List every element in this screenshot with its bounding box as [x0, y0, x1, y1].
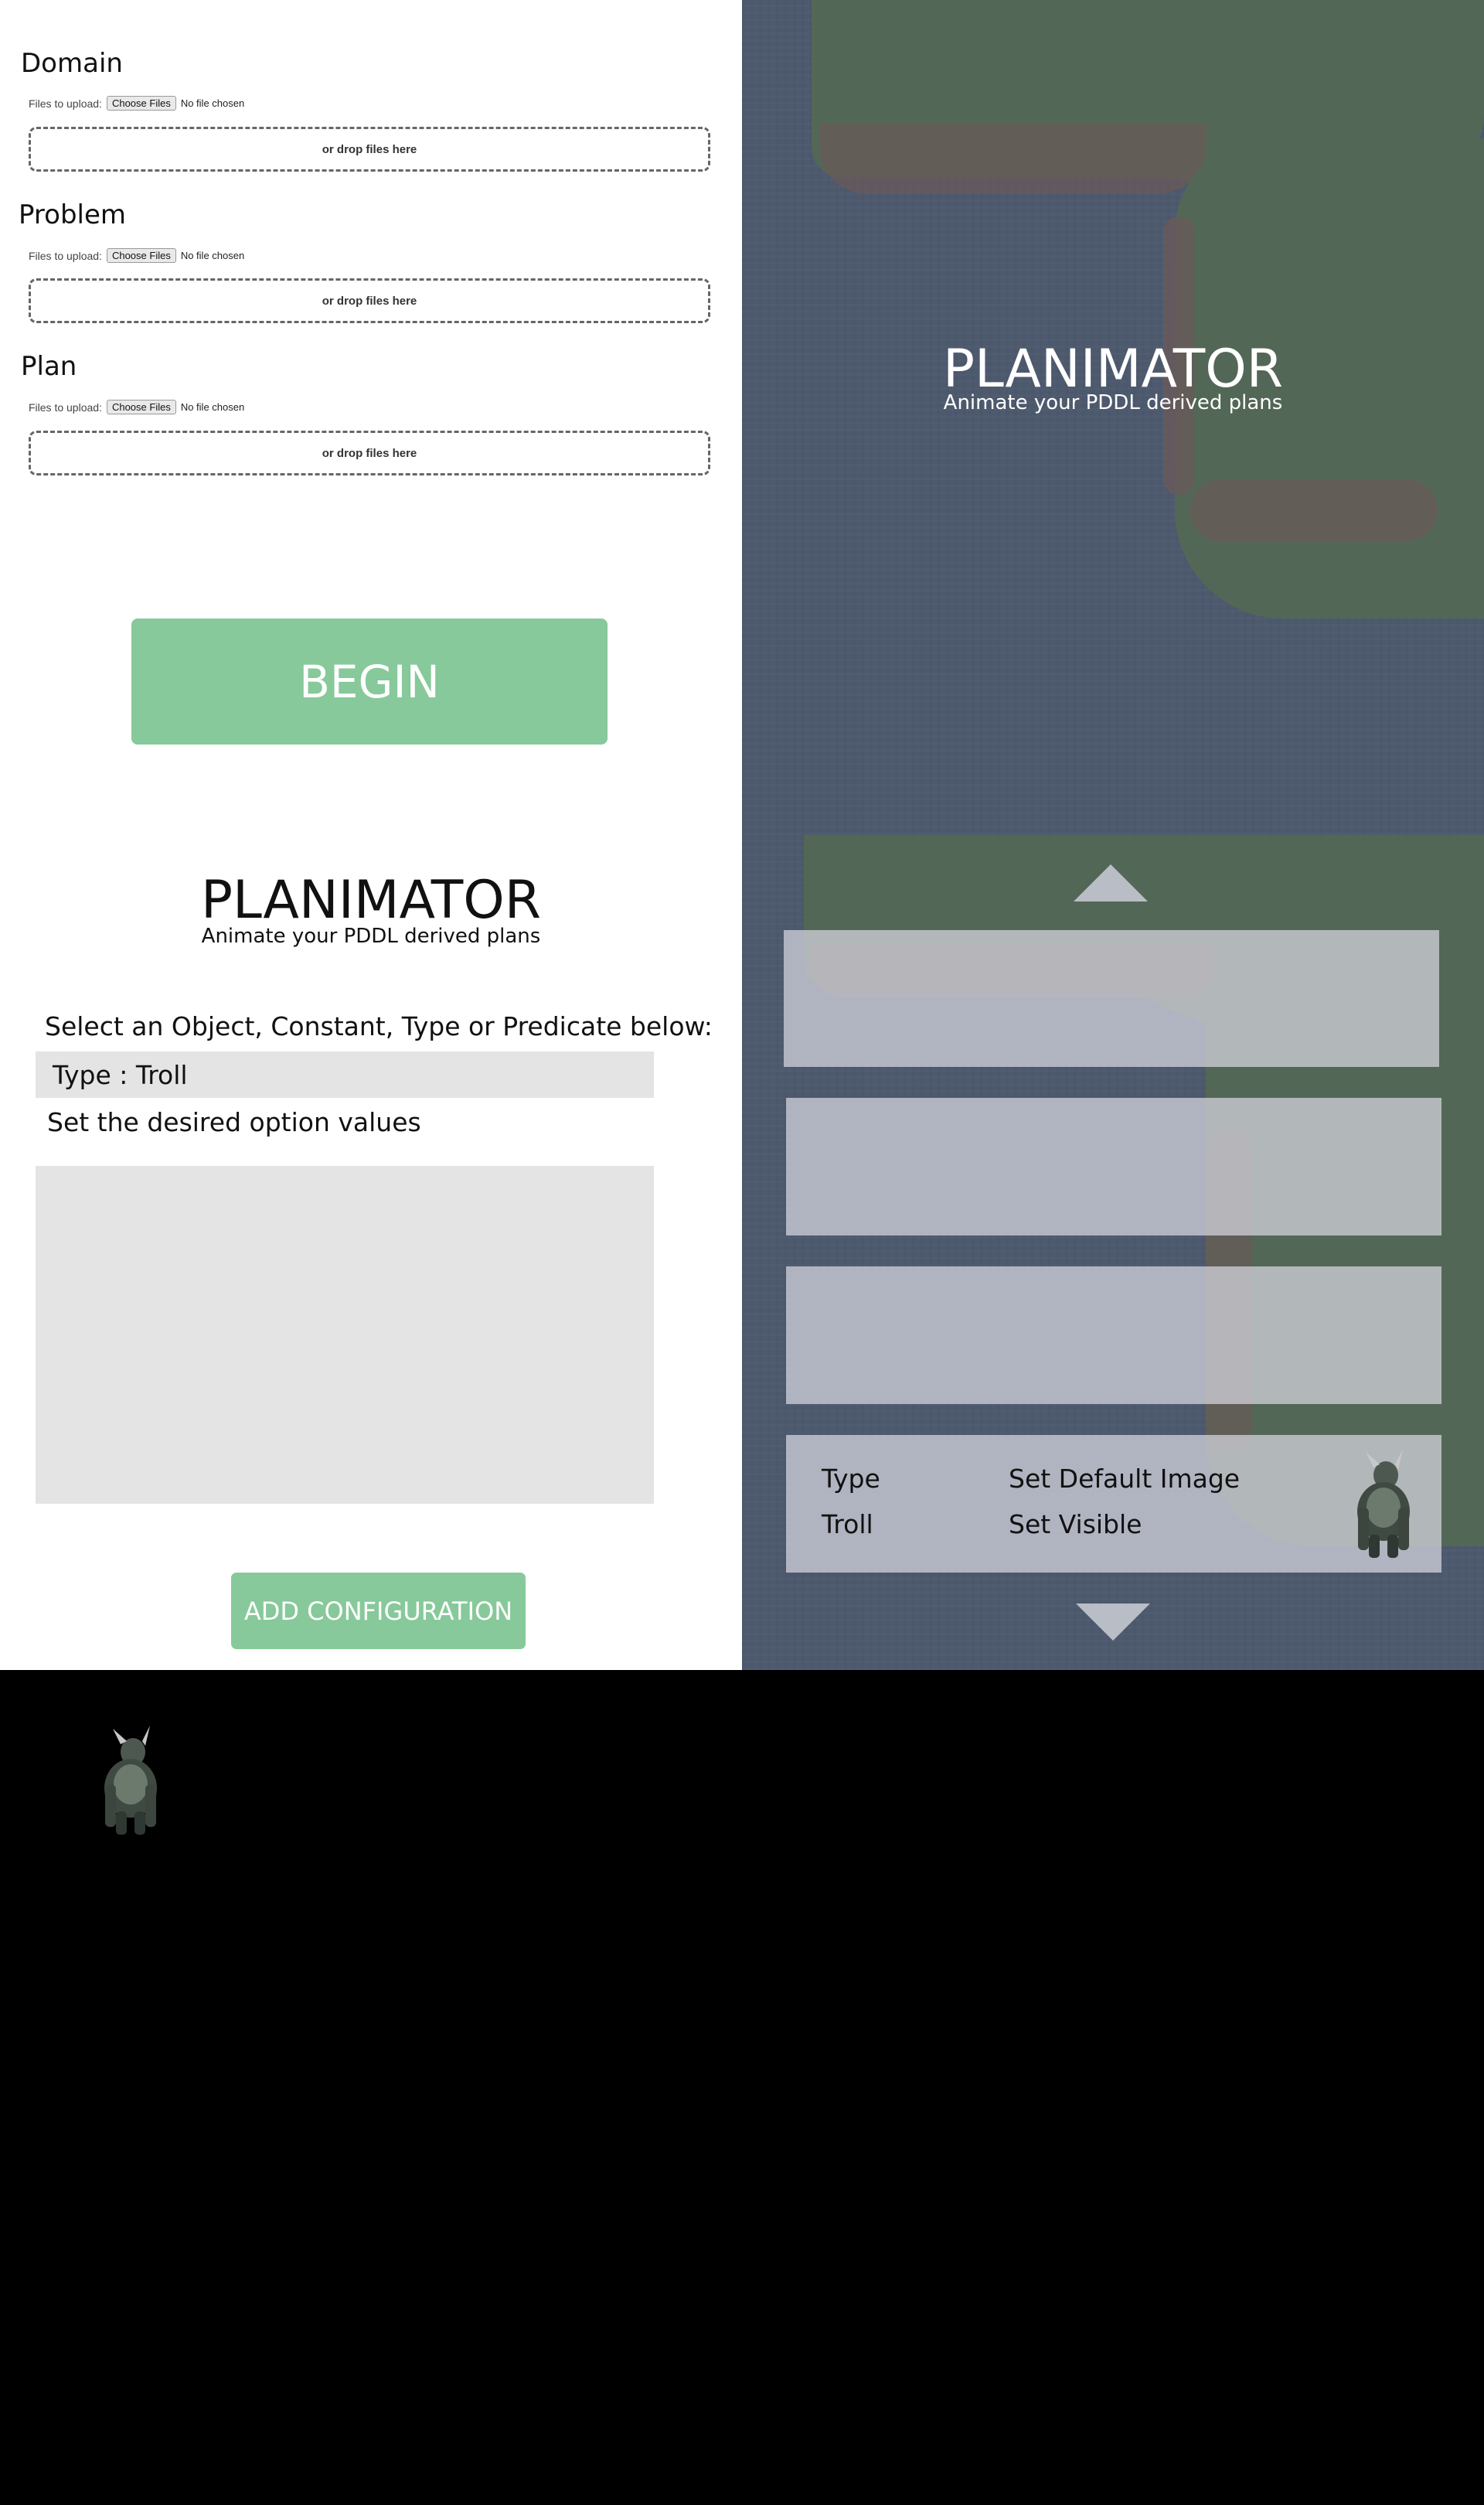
files-label: Files to upload:	[29, 249, 102, 262]
card-kind: Type	[822, 1464, 880, 1494]
map-overlay	[742, 0, 1484, 835]
plan-upload-row: Files to upload: Choose Files No file ch…	[29, 400, 244, 414]
scroll-down-icon[interactable]	[1076, 1604, 1150, 1641]
config-list-item[interactable]	[786, 1098, 1441, 1235]
domain-upload-row: Files to upload: Choose Files No file ch…	[29, 96, 244, 111]
config-title: PLANIMATOR	[200, 870, 542, 931]
config-list-item[interactable]	[786, 1266, 1441, 1404]
troll-sprite-icon	[104, 1726, 157, 1835]
select-prompt: Select an Object, Constant, Type or Pred…	[45, 1011, 713, 1041]
problem-heading: Problem	[19, 199, 127, 230]
config-list-item-active[interactable]: Type Troll Set Default Image Set Visible	[786, 1435, 1441, 1573]
domain-choose-files-button[interactable]: Choose Files	[106, 96, 176, 111]
troll-icon	[1357, 1449, 1410, 1558]
config-list-item[interactable]	[784, 930, 1439, 1067]
domain-dropzone[interactable]: or drop files here	[29, 127, 710, 172]
domain-no-file-text: No file chosen	[180, 97, 245, 109]
plan-heading: Plan	[21, 351, 77, 382]
set-visible-action[interactable]: Set Visible	[1009, 1509, 1142, 1539]
files-label: Files to upload:	[29, 97, 102, 110]
dropzone-text: or drop files here	[322, 294, 417, 308]
plan-no-file-text: No file chosen	[180, 401, 245, 413]
config-subtitle: Animate your PDDL derived plans	[201, 925, 541, 948]
begin-button[interactable]: BEGIN	[131, 619, 608, 745]
set-default-image-action[interactable]: Set Default Image	[1009, 1464, 1240, 1494]
problem-choose-files-button[interactable]: Choose Files	[106, 248, 176, 263]
hero-map-panel: PLANIMATOR Animate your PDDL derived pla…	[742, 0, 1484, 835]
config-list-panel: Type Troll Set Default Image Set Visible	[742, 835, 1484, 1670]
problem-dropzone[interactable]: or drop files here	[29, 278, 710, 323]
selected-type-row[interactable]: Type : Troll	[36, 1051, 654, 1098]
files-label: Files to upload:	[29, 400, 102, 414]
plan-choose-files-button[interactable]: Choose Files	[106, 400, 176, 414]
problem-no-file-text: No file chosen	[180, 250, 245, 261]
plan-dropzone[interactable]: or drop files here	[29, 431, 710, 475]
scroll-up-icon[interactable]	[1074, 864, 1148, 901]
dropzone-text: or drop files here	[322, 142, 417, 156]
hero-subtitle: Animate your PDDL derived plans	[943, 391, 1283, 414]
problem-upload-row: Files to upload: Choose Files No file ch…	[29, 248, 244, 263]
options-prompt: Set the desired option values	[47, 1107, 421, 1137]
add-configuration-button[interactable]: ADD CONFIGURATION	[231, 1573, 526, 1649]
left-panel: Domain Files to upload: Choose Files No …	[0, 0, 742, 1670]
dropzone-text: or drop files here	[322, 446, 417, 460]
card-name: Troll	[822, 1509, 873, 1539]
options-panel	[36, 1166, 654, 1504]
domain-heading: Domain	[21, 48, 123, 79]
